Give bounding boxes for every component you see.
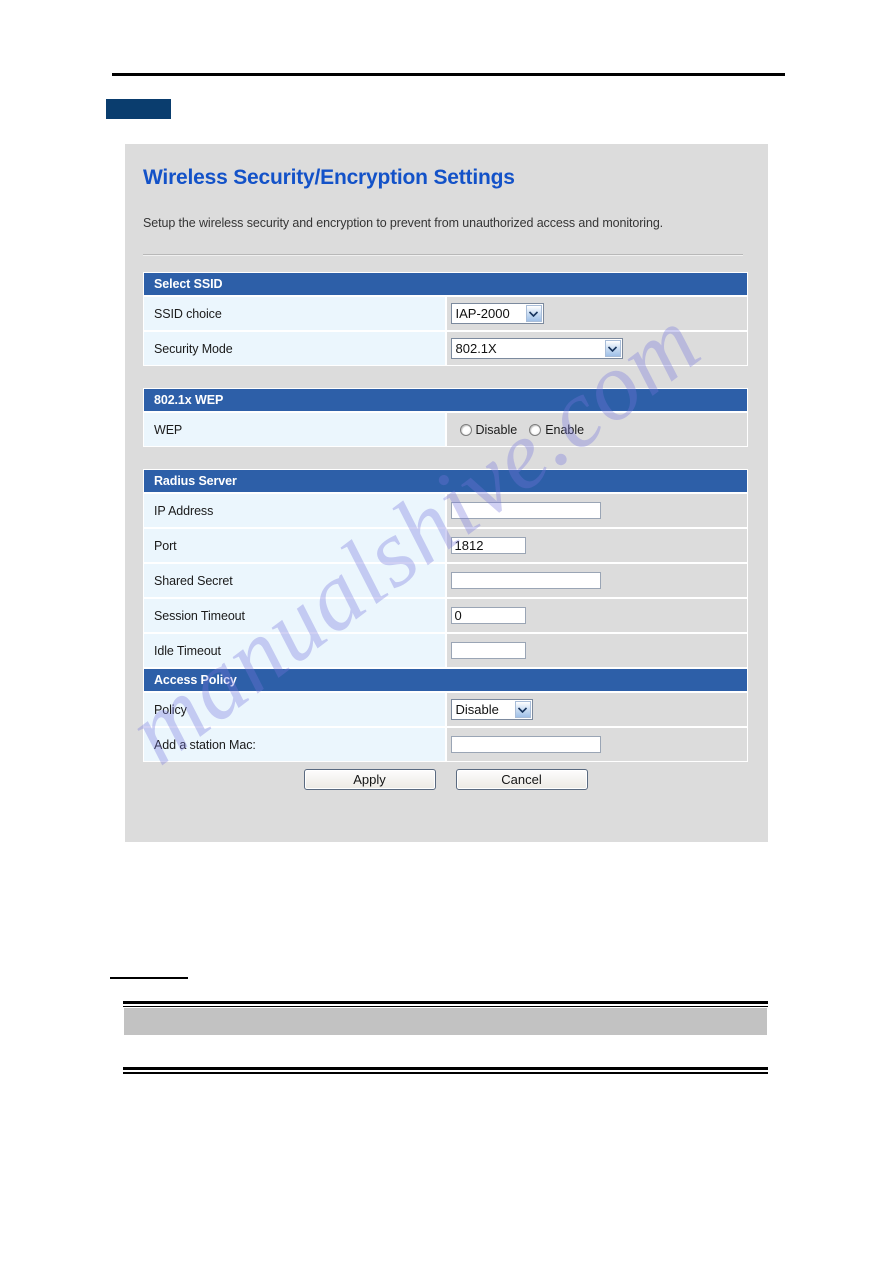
wep-radio-disable-label: Disable <box>475 422 518 437</box>
cell-idle-timeout <box>445 633 748 668</box>
page-title: Wireless Security/Encryption Settings <box>143 166 515 189</box>
policy-value: Disable <box>455 702 499 717</box>
label-port: Port <box>143 528 446 563</box>
cell-add-station-mac <box>445 727 748 762</box>
table-row: SSID choice IAP-2000 <box>143 296 748 331</box>
chevron-down-icon <box>514 701 531 718</box>
table-row: Policy Disable <box>143 692 748 727</box>
page-header-rule <box>112 73 785 76</box>
router-config-panel: Wireless Security/Encryption Settings Se… <box>125 144 768 842</box>
section-wep: 802.1x WEP WEP Disable Enable <box>143 388 748 447</box>
section-header-wep: 802.1x WEP <box>143 388 748 412</box>
shared-secret-input[interactable] <box>450 571 601 589</box>
label-policy: Policy <box>143 692 446 727</box>
label-idle-timeout: Idle Timeout <box>143 633 446 668</box>
cell-shared-secret <box>445 563 748 598</box>
cell-ssid-choice: IAP-2000 <box>445 296 748 331</box>
ssid-choice-value: IAP-2000 <box>455 306 510 321</box>
page-subtitle: Setup the wireless security and encrypti… <box>143 216 664 230</box>
idle-timeout-input[interactable] <box>450 641 526 659</box>
table-row: Shared Secret <box>143 563 748 598</box>
footer-rule-bottom-thin <box>123 1072 768 1074</box>
add-station-mac-input[interactable] <box>450 735 601 753</box>
table-row: WEP Disable Enable <box>143 412 748 447</box>
section-access-policy: Access Policy Policy Disable Add a stati… <box>143 668 748 762</box>
chevron-down-icon <box>604 340 621 357</box>
radio-unselected-icon[interactable] <box>459 423 472 436</box>
label-shared-secret: Shared Secret <box>143 563 446 598</box>
section-header-row: Radius Server <box>143 469 748 493</box>
table-row: Port <box>143 528 748 563</box>
section-tab-marker <box>106 99 171 119</box>
cell-wep-radios: Disable Enable <box>445 412 748 447</box>
session-timeout-input[interactable] <box>450 606 526 624</box>
section-header-radius-server: Radius Server <box>143 469 748 493</box>
cell-security-mode: 802.1X <box>445 331 748 366</box>
security-mode-value: 802.1X <box>455 341 497 356</box>
apply-button[interactable]: Apply <box>303 769 436 790</box>
ssid-choice-select[interactable]: IAP-2000 <box>450 303 544 324</box>
cancel-button[interactable]: Cancel <box>455 769 588 790</box>
label-wep: WEP <box>143 412 446 447</box>
label-ssid-choice: SSID choice <box>143 296 446 331</box>
cell-policy: Disable <box>445 692 748 727</box>
table-row: IP Address <box>143 493 748 528</box>
section-select-ssid: Select SSID SSID choice IAP-2000 Securit… <box>143 272 748 366</box>
section-header-access-policy: Access Policy <box>143 668 748 692</box>
section-header-row: 802.1x WEP <box>143 388 748 412</box>
label-session-timeout: Session Timeout <box>143 598 446 633</box>
wep-radio-enable[interactable]: Enable <box>529 423 584 437</box>
port-input[interactable] <box>450 536 526 554</box>
ip-address-input[interactable] <box>450 501 601 519</box>
section-radius-server: Radius Server IP Address Port Shared Sec… <box>143 469 748 668</box>
form-actions: Apply Cancel <box>143 769 748 790</box>
table-row: Add a station Mac: <box>143 727 748 762</box>
table-row: Security Mode 802.1X <box>143 331 748 366</box>
footer-gray-band <box>124 1008 767 1035</box>
cell-ip-address <box>445 493 748 528</box>
footer-rule-top-thick <box>123 1001 768 1004</box>
section-header-select-ssid: Select SSID <box>143 272 748 296</box>
section-header-row: Access Policy <box>143 668 748 692</box>
table-row: Idle Timeout <box>143 633 748 668</box>
security-mode-select[interactable]: 802.1X <box>450 338 623 359</box>
table-row: Session Timeout <box>143 598 748 633</box>
footer-short-rule <box>110 977 188 979</box>
footer-rule-bottom-thick <box>123 1067 768 1070</box>
label-security-mode: Security Mode <box>143 331 446 366</box>
radio-unselected-icon[interactable] <box>529 423 542 436</box>
policy-select[interactable]: Disable <box>450 699 533 720</box>
label-ip-address: IP Address <box>143 493 446 528</box>
header-divider <box>143 254 743 256</box>
cell-session-timeout <box>445 598 748 633</box>
footer-rule-top-thin <box>123 1006 768 1007</box>
wep-radio-enable-label: Enable <box>545 422 585 437</box>
cell-port <box>445 528 748 563</box>
label-add-station-mac: Add a station Mac: <box>143 727 446 762</box>
wep-radio-group: Disable Enable <box>451 420 748 439</box>
section-header-row: Select SSID <box>143 272 748 296</box>
chevron-down-icon <box>525 305 542 322</box>
wep-radio-disable[interactable]: Disable <box>459 422 518 437</box>
